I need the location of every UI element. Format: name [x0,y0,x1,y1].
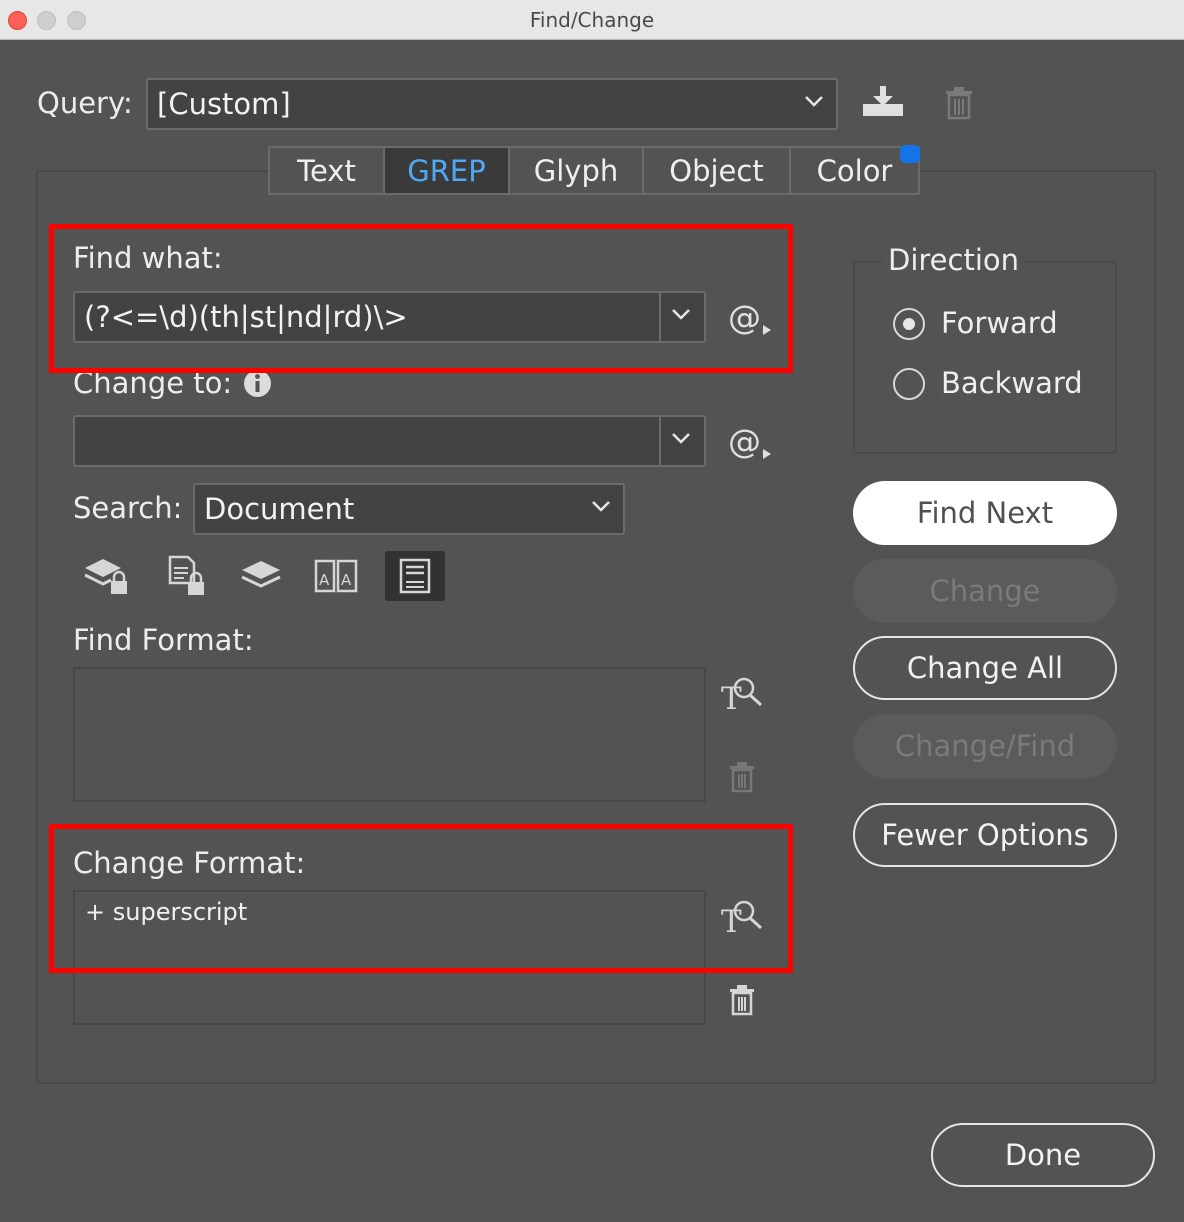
locked-stories-icon[interactable] [155,551,215,601]
change-to-field[interactable] [73,415,706,467]
title-bar: Find/Change [0,0,1184,40]
direction-group [853,261,1117,454]
tab-glyph[interactable]: Glyph [510,148,644,193]
direction-backward-radio[interactable] [893,368,925,400]
tab-object[interactable]: Object [644,148,791,193]
master-pages-icon[interactable]: A A [306,551,366,601]
direction-backward-label[interactable]: Backward [941,366,1083,400]
svg-text:T: T [721,904,742,937]
tab-color-badge [900,145,920,163]
find-format-box[interactable] [73,667,706,802]
change-find-button[interactable]: Change/Find [853,714,1117,778]
find-what-value: (?<=\d)(th|st|nd|rd)\> [84,300,408,334]
find-what-field[interactable]: (?<=\d)(th|st|nd|rd)\> [73,291,706,343]
chevron-down-icon [805,96,823,107]
locked-layers-icon[interactable] [76,551,136,601]
format-search-icon[interactable]: T [720,674,764,714]
query-label: Query: [37,86,133,120]
search-label: Search: [73,491,183,525]
direction-forward-label[interactable]: Forward [941,306,1058,340]
at-sign-icon[interactable]: @ [728,422,774,462]
trash-icon[interactable] [728,761,756,793]
query-dropdown[interactable]: [Custom] [146,78,838,130]
chevron-down-icon[interactable] [671,431,691,445]
svg-text:T: T [721,681,742,714]
change-format-value: + superscript [85,898,248,926]
find-format-label: Find Format: [73,623,254,657]
search-value: Document [204,492,355,526]
svg-text:A: A [341,571,352,589]
tab-text[interactable]: Text [270,148,385,193]
info-icon[interactable] [243,369,272,398]
tab-bar: Text GREP Glyph Object Color [268,146,920,195]
svg-text:A: A [319,571,330,589]
change-format-label: Change Format: [73,846,306,880]
change-format-box[interactable]: + superscript [73,890,706,1025]
change-to-label: Change to: [73,366,233,400]
direction-forward-radio[interactable] [893,308,925,340]
direction-title: Direction [882,243,1026,277]
hidden-layers-icon[interactable] [231,551,291,601]
save-query-icon[interactable] [861,84,905,120]
format-search-icon[interactable]: T [720,897,764,937]
find-what-label: Find what: [73,241,223,275]
at-sign-icon[interactable]: @ [728,298,774,338]
svg-text:@: @ [728,298,761,337]
find-next-button[interactable]: Find Next [853,481,1117,545]
tab-color[interactable]: Color [791,148,918,193]
query-value: [Custom] [157,87,291,121]
change-button[interactable]: Change [853,559,1117,623]
fewer-options-button[interactable]: Fewer Options [853,803,1117,867]
svg-text:@: @ [728,422,761,461]
search-dropdown[interactable]: Document [193,483,625,535]
chevron-down-icon [592,501,610,512]
chevron-down-icon[interactable] [671,307,691,321]
change-all-button[interactable]: Change All [853,636,1117,700]
trash-icon[interactable] [944,86,974,120]
trash-icon[interactable] [728,984,756,1016]
done-button[interactable]: Done [931,1123,1155,1187]
tab-grep[interactable]: GREP [385,148,510,193]
footnotes-icon[interactable] [385,551,445,601]
window-title: Find/Change [529,8,655,32]
